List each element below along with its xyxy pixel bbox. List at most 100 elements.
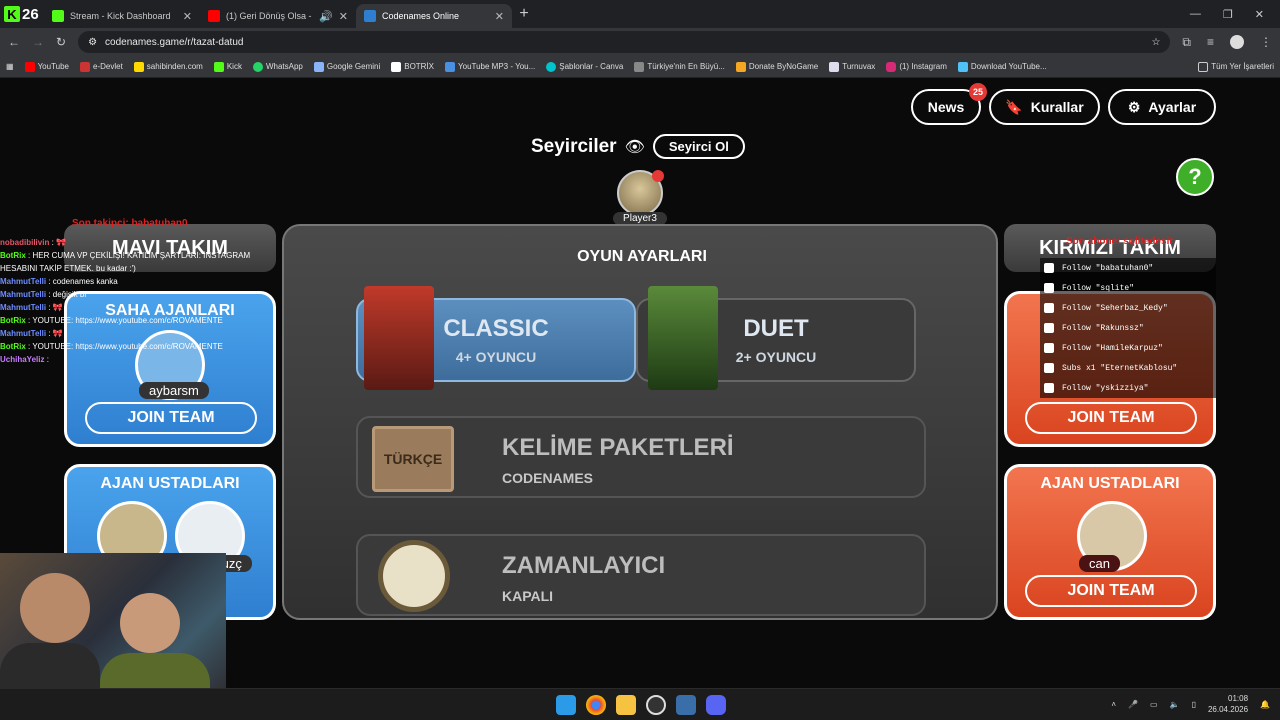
media-icon[interactable]: ≡ <box>1207 35 1214 50</box>
battery-icon[interactable]: ▯ <box>1192 700 1196 709</box>
site-info-icon[interactable]: ⚙ <box>88 37 97 48</box>
follow-item: Follow "yskizziya" <box>1040 378 1216 398</box>
last-subscriber-overlay: Son abone: sqlitedesir <box>1066 236 1174 247</box>
obs-icon[interactable] <box>646 695 666 715</box>
app-icon[interactable] <box>676 695 696 715</box>
all-bookmarks[interactable]: Tüm Yer İşaretleri <box>1198 61 1274 72</box>
kick-icon <box>213 61 224 72</box>
youtube-icon <box>24 61 35 72</box>
tab-kick-dashboard[interactable]: Stream - Kick Dashboard ✕ <box>44 4 200 28</box>
bookmark-item[interactable]: (1) Instagram <box>886 61 947 72</box>
timer-value: KAPALI <box>502 588 554 604</box>
chat-line: MahmutTelli : 🎀 <box>0 303 63 312</box>
close-icon[interactable]: ✕ <box>495 10 504 23</box>
mode-name: CLASSIC <box>443 315 549 342</box>
browser-tabbar: K 26 Stream - Kick Dashboard ✕ (1) Geri … <box>0 0 1280 28</box>
chrome-icon[interactable] <box>586 695 606 715</box>
bookmark-item[interactable]: YouTube <box>24 61 69 72</box>
bookmarks-bar: ▦ YouTube e-Devlet sahibinden.com Kick W… <box>0 56 1280 78</box>
news-badge: 25 <box>969 83 987 101</box>
url-field[interactable]: ⚙ codenames.game/r/tazat-datud ☆ <box>78 31 1171 53</box>
file-explorer-icon[interactable] <box>616 695 636 715</box>
become-spectator-button[interactable]: Seyirci Ol <box>652 134 745 159</box>
chat-line: BotRix : YOUTUBE: https://www.youtube.co… <box>0 342 223 351</box>
bookmark-item[interactable]: sahibinden.com <box>133 61 203 72</box>
codenames-favicon-icon <box>364 10 376 22</box>
help-button[interactable]: ? <box>1176 158 1214 196</box>
codenames-box-icon <box>364 286 434 390</box>
kick-logo[interactable]: K 26 <box>0 0 44 28</box>
bookmark-item[interactable]: Türkiye'nin En Büyü... <box>634 61 725 72</box>
word-packs-row[interactable]: TÜRKÇE KELİME PAKETLERİ CODENAMES <box>356 416 926 498</box>
ytmp3-icon <box>445 61 456 72</box>
clock[interactable]: 01:08 26.04.2026 <box>1208 693 1248 715</box>
bookmark-item[interactable]: BOTRİX <box>391 61 434 72</box>
follow-alerts: Follow "babatuhan0" Follow "sqlite" Foll… <box>1040 258 1216 398</box>
spymasters-title: AJAN USTADLARI <box>100 475 240 492</box>
network-icon[interactable]: ▭ <box>1150 700 1158 709</box>
url-text: codenames.game/r/tazat-datud <box>105 36 244 48</box>
close-icon[interactable]: ✕ <box>339 10 348 23</box>
maximize-icon[interactable]: ❐ <box>1223 8 1233 21</box>
discord-icon[interactable] <box>706 695 726 715</box>
join-team-button[interactable]: JOIN TEAM <box>1025 402 1197 434</box>
bookmark-icon: 🔖 <box>1005 98 1023 115</box>
bookmark-item[interactable]: YouTube MP3 - You... <box>445 61 535 72</box>
join-team-button[interactable]: JOIN TEAM <box>1025 575 1197 607</box>
stream-chat: nobadibilivin : 🎀 BotRix : HER CUMA VP Ç… <box>0 236 310 366</box>
mode-name: DUET <box>743 315 809 342</box>
chevron-up-icon[interactable]: ˄ <box>1111 700 1116 709</box>
spectators-title: Seyirciler <box>531 135 617 157</box>
gear-icon: ⚙ <box>1127 98 1141 115</box>
microphone-icon[interactable]: 🎤 <box>1128 700 1138 709</box>
rules-button[interactable]: 🔖 Kurallar <box>989 89 1100 125</box>
profile-avatar[interactable] <box>1230 34 1244 49</box>
extensions-icon[interactable]: ⧉ <box>1182 35 1191 50</box>
last-follower-overlay: Son takipçi: babatuhan0 <box>72 218 188 229</box>
minimize-icon[interactable]: — <box>1190 8 1201 21</box>
bookmark-item[interactable]: Turnuvax <box>829 61 875 72</box>
bookmark-item[interactable]: Download YouTube... <box>957 61 1047 72</box>
chat-line: UchihaYeliz : <box>0 355 49 364</box>
follow-item: Follow "Seherbaz_Kedy" <box>1040 298 1216 318</box>
kick-favicon-icon <box>52 10 64 22</box>
apps-grid-icon[interactable]: ▦ <box>6 62 14 71</box>
bookmark-item[interactable]: Şablonlar - Canva <box>546 61 623 72</box>
notification-icon[interactable]: 🔔 <box>1260 700 1270 709</box>
turnuvax-icon <box>829 61 840 72</box>
heart-icon <box>1044 323 1054 333</box>
canva-icon <box>546 61 557 72</box>
tab-codenames[interactable]: Codenames Online ✕ <box>356 4 512 28</box>
settings-title: OYUN AYARLARI <box>577 248 707 265</box>
close-window-icon[interactable]: ✕ <box>1255 8 1264 21</box>
bookmark-item[interactable]: Google Gemini <box>313 61 380 72</box>
tab-title: Stream - Kick Dashboard <box>70 11 171 21</box>
tab-youtube[interactable]: (1) Geri Dönüş Olsa - YouTu 🔊 ✕ <box>200 4 356 28</box>
follow-item: Follow "Rakunssz" <box>1040 318 1216 338</box>
bookmark-item[interactable]: e-Devlet <box>80 61 123 72</box>
back-icon[interactable]: ← <box>8 35 20 49</box>
follow-item: Follow "HamileKarpuz" <box>1040 338 1216 358</box>
reload-icon[interactable]: ↻ <box>56 35 66 49</box>
botrix-icon <box>391 61 402 72</box>
follow-item: Follow "babatuhan0" <box>1040 258 1216 278</box>
menu-icon[interactable]: ⋮ <box>1260 35 1272 50</box>
timer-row[interactable]: ZAMANLAYICI KAPALI <box>356 534 926 616</box>
close-icon[interactable]: ✕ <box>183 10 192 23</box>
bookmark-item[interactable]: WhatsApp <box>252 61 303 72</box>
bookmark-star-icon[interactable]: ☆ <box>1151 37 1160 48</box>
new-tab-button[interactable]: + <box>512 5 536 23</box>
chat-line: MahmutTelli : 🎀 <box>0 329 63 338</box>
join-team-button[interactable]: JOIN TEAM <box>85 402 257 434</box>
forward-icon[interactable]: → <box>32 35 44 49</box>
speaker-icon[interactable]: 🔊 <box>319 10 333 23</box>
bookmark-item[interactable]: Kick <box>213 61 242 72</box>
windows-start-icon[interactable] <box>556 695 576 715</box>
news-button[interactable]: News 25 <box>911 83 987 125</box>
whatsapp-icon <box>252 61 263 72</box>
volume-icon[interactable]: 🔈 <box>1170 700 1180 709</box>
bookmark-item[interactable]: Donate ByNoGame <box>735 61 818 72</box>
streamer-face <box>120 593 180 653</box>
settings-button[interactable]: ⚙ Ayarlar <box>1108 89 1216 125</box>
heart-icon <box>1044 303 1054 313</box>
